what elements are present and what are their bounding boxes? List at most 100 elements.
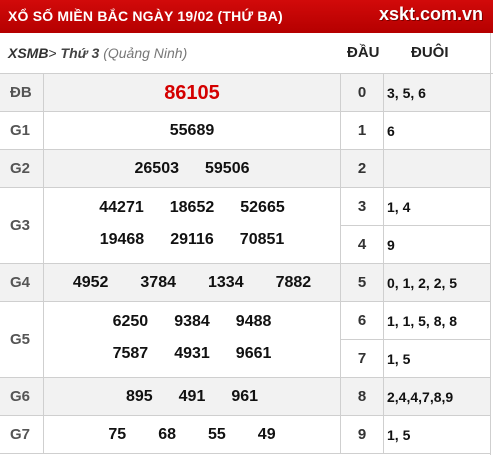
loto-duoi: 0, 1, 2, 2, 5: [387, 274, 458, 291]
prize-row: G5 6250 9384 9488 7587 4931 9661: [0, 302, 340, 378]
loto-dau: 6: [341, 302, 384, 339]
prize-label: G5: [0, 302, 44, 377]
prize-number: 9488: [235, 313, 272, 330]
prize-row: G4 4952 3784 1334 7882: [0, 264, 340, 302]
loto-duoi: 1, 4: [387, 198, 411, 215]
prize-line: 75 68 55 49: [44, 424, 340, 446]
prize-line: 6250 9384 9488: [44, 311, 340, 333]
prize-number: 19468: [99, 231, 145, 248]
prize-label: ĐB: [0, 74, 44, 111]
prize-number: 68: [158, 426, 176, 443]
prize-line: 44271 18652 52665: [44, 197, 340, 219]
prize-number: 70851: [239, 231, 285, 248]
prize-row: G2 26503 59506: [0, 150, 340, 188]
prize-values: 6250 9384 9488 7587 4931 9661: [44, 302, 340, 377]
loto-row: 5 0, 1, 2, 2, 5: [340, 264, 491, 302]
prize-number: 6250: [112, 313, 149, 330]
prize-number: 3784: [140, 274, 176, 291]
prize-values: 44271 18652 52665 19468 29116 70851: [44, 188, 340, 263]
prize-label: G7: [0, 416, 44, 453]
prize-label: G4: [0, 264, 44, 301]
loto-duoi: 6: [387, 122, 395, 139]
prize-row: G6 895 491 961: [0, 378, 340, 416]
loto-dau: 1: [341, 112, 384, 149]
prize-number: 49: [257, 426, 276, 443]
loto-dau: 4: [341, 226, 384, 263]
prize-line: 55689: [44, 120, 340, 142]
prize-number: 18652: [169, 199, 215, 216]
prize-number: 491: [178, 388, 206, 405]
prize-number: 7882: [275, 274, 312, 291]
loto-dau: 5: [341, 264, 384, 301]
prize-line: 4952 3784 1334 7882: [44, 272, 340, 294]
loto-dau: 9: [341, 416, 384, 453]
prize-line: 895 491 961: [44, 386, 340, 408]
breadcrumb-day-link[interactable]: Thứ 3: [61, 45, 100, 61]
prize-number: 26503: [134, 160, 180, 177]
prize-line: 26503 59506: [44, 158, 340, 180]
prize-values: 75 68 55 49: [44, 416, 340, 453]
lottery-results-panel: XỔ SỐ MIỀN BẮC NGÀY 19/02 (THỨ BA) xskt.…: [0, 0, 493, 455]
prize-number: 1334: [208, 274, 244, 291]
loto-duoi: 3, 5, 6: [387, 84, 426, 101]
loto-row: 9 1, 5: [340, 416, 491, 454]
prize-number: 4952: [72, 274, 109, 291]
loto-dau: 2: [341, 150, 384, 187]
loto-duoi: 1, 1, 5, 8, 8: [387, 312, 458, 329]
prize-label: G2: [0, 150, 44, 187]
loto-dau: 3: [341, 188, 384, 225]
loto-duoi: 9: [387, 236, 395, 253]
prize-number: 4931: [174, 345, 210, 362]
prize-line: 86105: [44, 82, 340, 104]
prize-values: 4952 3784 1334 7882: [44, 264, 340, 301]
prize-values: 26503 59506: [44, 150, 340, 187]
loto-row: 49: [340, 226, 491, 264]
column-header-duoi: ĐUÔI: [411, 44, 449, 61]
prize-line: 19468 29116 70851: [44, 229, 340, 251]
prize-row: G7 75 68 55 49: [0, 416, 340, 454]
site-logo[interactable]: xskt.com.vn: [379, 4, 483, 25]
loto-dau: 0: [341, 74, 384, 111]
prize-number: 7587: [112, 345, 149, 362]
loto-dau: 7: [341, 340, 384, 377]
prize-label: G3: [0, 188, 44, 263]
loto-row: 7 1, 5: [340, 340, 491, 378]
prize-row: G3 44271 18652 52665 19468 29116 70851: [0, 188, 340, 264]
results-subheader: XSMB> Thứ 3 (Quảng Ninh) ĐẦU ĐUÔI: [0, 33, 493, 74]
special-prize-number: 86105: [164, 82, 220, 104]
loto-duoi: 2,4,4,7,8,9: [387, 388, 454, 405]
loto-row: 8 2,4,4,7,8,9: [340, 378, 491, 416]
breadcrumb-code-link[interactable]: XSMB: [8, 45, 48, 61]
prize-number: 55: [208, 426, 226, 443]
column-header-dau: ĐẦU: [347, 44, 380, 61]
prize-number: 9384: [174, 313, 210, 330]
prize-number: 59506: [205, 160, 250, 177]
prize-label: G1: [0, 112, 44, 149]
prize-values: 895 491 961: [44, 378, 340, 415]
results-header: XỔ SỐ MIỀN BẮC NGÀY 19/02 (THỨ BA) xskt.…: [0, 0, 493, 33]
loto-row: 0 3, 5, 6: [340, 74, 491, 112]
loto-dau: 8: [341, 378, 384, 415]
prize-values: 86105: [44, 74, 340, 111]
prize-row: ĐB 86105: [0, 74, 340, 112]
prize-row: G1 55689: [0, 112, 340, 150]
table-right-border: [490, 33, 491, 455]
prize-number: 895: [125, 388, 153, 405]
loto-duoi: 1, 5: [387, 426, 411, 443]
prize-number: 55689: [169, 122, 215, 139]
prize-number: 52665: [240, 199, 285, 216]
loto-row: 3 1, 4: [340, 188, 491, 226]
loto-duoi: 1, 5: [387, 350, 411, 367]
prize-number: 9661: [235, 345, 272, 362]
prize-values: 55689: [44, 112, 340, 149]
prize-label: G6: [0, 378, 44, 415]
results-title: XỔ SỐ MIỀN BẮC NGÀY 19/02 (THỨ BA): [8, 8, 283, 24]
prize-number: 44271: [99, 199, 144, 216]
breadcrumb: XSMB> Thứ 3 (Quảng Ninh): [8, 45, 187, 61]
loto-row: 2: [340, 150, 491, 188]
prize-number: 29116: [170, 231, 214, 248]
breadcrumb-province: (Quảng Ninh): [103, 45, 188, 61]
loto-row: 16: [340, 112, 491, 150]
loto-row: 6 1, 1, 5, 8, 8: [340, 302, 491, 340]
prize-number: 75: [108, 426, 127, 443]
